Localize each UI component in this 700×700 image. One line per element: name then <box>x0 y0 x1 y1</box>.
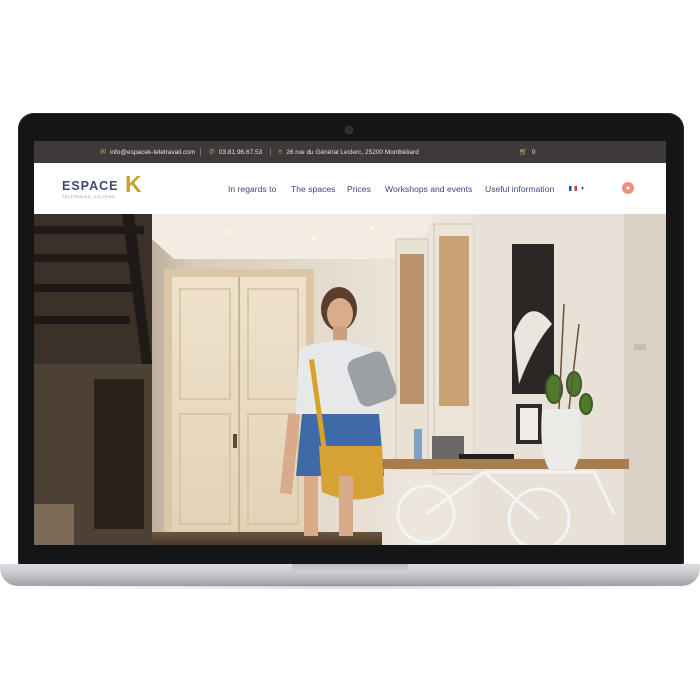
cart-link[interactable]: 🛒︎ 0 <box>519 141 536 163</box>
nav-label: The spaces <box>291 183 336 194</box>
site-header: ESPACE K TÉLÉTRAVAIL COLIVING In regards… <box>34 163 666 215</box>
cart-icon: 🛒︎ <box>519 148 528 156</box>
nav-label: In regards to <box>228 183 277 194</box>
phone-contact[interactable]: ✆ 03.81.96.67.53 <box>209 141 262 163</box>
envelope-icon: ✉ <box>100 148 106 156</box>
phone-icon: ✆ <box>209 148 215 156</box>
logo-tagline: TÉLÉTRAVAIL COLIVING <box>62 195 116 199</box>
nav-item-prices[interactable]: Prices <box>347 163 371 214</box>
laptop-mockup: ✉ info@espacek-teletravail.com ✆ 03.81.9… <box>0 0 700 700</box>
logo-word: ESPACE <box>62 179 119 193</box>
cart-count: 0 <box>531 148 536 156</box>
user-icon: ● <box>625 184 631 192</box>
nav-item-spaces[interactable]: The spaces <box>291 163 335 214</box>
divider <box>270 148 271 156</box>
nav-item-about[interactable]: In regards to <box>228 163 276 214</box>
hero-photo <box>34 214 666 545</box>
nav-label: Workshops and events <box>385 183 473 194</box>
address-contact[interactable]: ⌾ 26 rue du Général Leclerc, 25200 Montb… <box>278 141 419 163</box>
email-text[interactable]: info@espacek-teletravail.com <box>110 149 195 156</box>
nav-label: Prices <box>347 183 371 194</box>
camera-icon <box>345 126 353 134</box>
address-text[interactable]: 26 rue du Général Leclerc, 25200 Montbél… <box>286 149 419 156</box>
map-pin-icon: ⌾ <box>278 148 283 156</box>
user-account-button[interactable]: ● <box>622 182 634 194</box>
hero-image <box>34 214 666 545</box>
divider <box>200 148 201 156</box>
laptop-screen: ✉ info@espacek-teletravail.com ✆ 03.81.9… <box>34 141 666 545</box>
email-contact[interactable]: ✉ info@espacek-teletravail.com <box>100 141 195 163</box>
logo-letter: K <box>125 171 142 197</box>
laptop-notch <box>292 564 408 573</box>
laptop-shadow <box>8 584 692 590</box>
chevron-down-icon: ▼ <box>580 185 585 192</box>
nav-label: Useful information <box>485 183 555 194</box>
top-info-bar: ✉ info@espacek-teletravail.com ✆ 03.81.9… <box>34 141 666 163</box>
nav-item-useful-info[interactable]: Useful information <box>485 163 554 214</box>
phone-text[interactable]: 03.81.96.67.53 <box>219 149 262 156</box>
french-flag-icon <box>569 186 577 191</box>
language-selector[interactable]: ▼ <box>569 163 585 214</box>
nav-item-workshops[interactable]: Workshops and events <box>385 163 472 214</box>
